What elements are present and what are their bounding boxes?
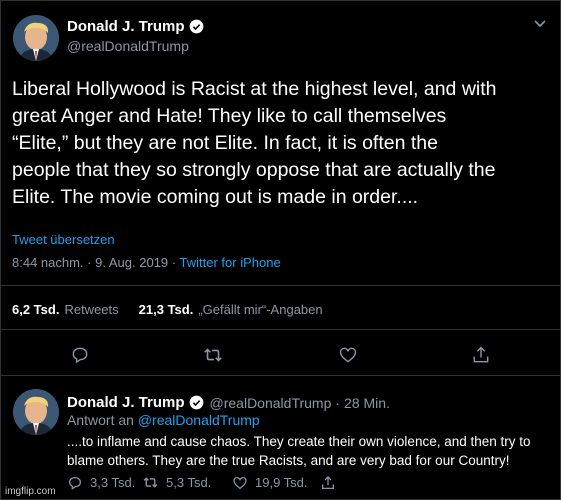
reply-text: ....to inflame and cause chaos. They cre… bbox=[67, 434, 531, 468]
avatar[interactable] bbox=[13, 15, 59, 61]
share-button[interactable] bbox=[320, 475, 343, 491]
tweet-stats: 6,2 Tsd. Retweets 21,3 Tsd. „Gefällt mir… bbox=[12, 302, 343, 317]
reply-to-handle[interactable]: @realDonaldTrump bbox=[138, 412, 260, 428]
share-icon[interactable] bbox=[470, 344, 492, 366]
reply-tweet[interactable]: Donald J. Trump @realDonaldTrump · 28 Mi… bbox=[1, 381, 561, 500]
reply-prefix: Antwort an bbox=[67, 412, 134, 428]
chevron-down-icon[interactable] bbox=[532, 15, 548, 31]
meta-separator: · bbox=[171, 255, 177, 270]
tweet-actions bbox=[1, 341, 561, 369]
share-icon bbox=[322, 475, 334, 489]
verified-badge-icon bbox=[189, 19, 204, 34]
tweet-text: Liberal Hollywood is Racist at the highe… bbox=[12, 78, 497, 208]
avatar[interactable] bbox=[13, 389, 59, 435]
tweet-time[interactable]: 8:44 nachm. bbox=[12, 255, 84, 270]
author-display-name[interactable]: Donald J. Trump bbox=[67, 18, 185, 35]
verified-badge-icon bbox=[189, 395, 204, 410]
retweet-button[interactable]: 5,3 Tsd. bbox=[142, 474, 232, 491]
retweets-count: 6,2 Tsd. bbox=[12, 302, 60, 317]
reply-button[interactable]: 3,3 Tsd. bbox=[67, 475, 142, 491]
main-tweet: Donald J. Trump @realDonaldTrump Liberal… bbox=[1, 1, 561, 371]
author-handle[interactable]: @realDonaldTrump bbox=[210, 395, 332, 411]
retweet-count: 5,3 Tsd. bbox=[166, 475, 212, 490]
meta-separator: · bbox=[87, 255, 92, 270]
author-handle[interactable]: @realDonaldTrump bbox=[67, 38, 189, 54]
divider bbox=[1, 375, 561, 376]
likes-stat[interactable]: 21,3 Tsd. „Gefällt mir“-Angaben bbox=[139, 302, 323, 317]
retweets-stat[interactable]: 6,2 Tsd. Retweets bbox=[12, 302, 119, 317]
author-name-row[interactable]: Donald J. Trump bbox=[67, 18, 204, 35]
reply-to-line: Antwort an @realDonaldTrump bbox=[67, 412, 260, 428]
likes-count: 21,3 Tsd. bbox=[138, 302, 194, 317]
retweet-icon[interactable] bbox=[202, 344, 224, 366]
reply-icon[interactable] bbox=[69, 344, 91, 366]
reply-actions: 3,3 Tsd. 5,3 Tsd. 19,9 Tsd. bbox=[67, 474, 343, 491]
meta-separator: · bbox=[335, 394, 341, 411]
tweet-meta: 8:44 nachm. · 9. Aug. 2019 · Twitter for… bbox=[12, 255, 281, 270]
author-display-name[interactable]: Donald J. Trump bbox=[67, 394, 185, 411]
tweet-thread: Donald J. Trump @realDonaldTrump Liberal… bbox=[0, 0, 561, 500]
likes-label: „Gefällt mir“-Angaben bbox=[198, 302, 323, 317]
retweets-label: Retweets bbox=[64, 302, 119, 317]
divider bbox=[1, 285, 561, 286]
like-icon bbox=[233, 476, 247, 489]
like-count: 19,9 Tsd. bbox=[255, 475, 308, 490]
like-icon[interactable] bbox=[337, 344, 359, 366]
reply-icon bbox=[69, 476, 81, 490]
watermark: imgflip.com bbox=[3, 486, 58, 497]
retweet-icon bbox=[143, 477, 158, 488]
translate-link[interactable]: Tweet übersetzen bbox=[12, 232, 115, 247]
like-button[interactable]: 19,9 Tsd. bbox=[232, 475, 320, 491]
reply-time[interactable]: 28 Min. bbox=[344, 395, 390, 411]
tweet-date[interactable]: 9. Aug. 2019 bbox=[95, 255, 168, 270]
reply-count: 3,3 Tsd. bbox=[90, 475, 136, 490]
tweet-source[interactable]: Twitter for iPhone bbox=[180, 255, 281, 270]
divider bbox=[1, 329, 561, 330]
reply-header: Donald J. Trump @realDonaldTrump · 28 Mi… bbox=[67, 394, 390, 411]
